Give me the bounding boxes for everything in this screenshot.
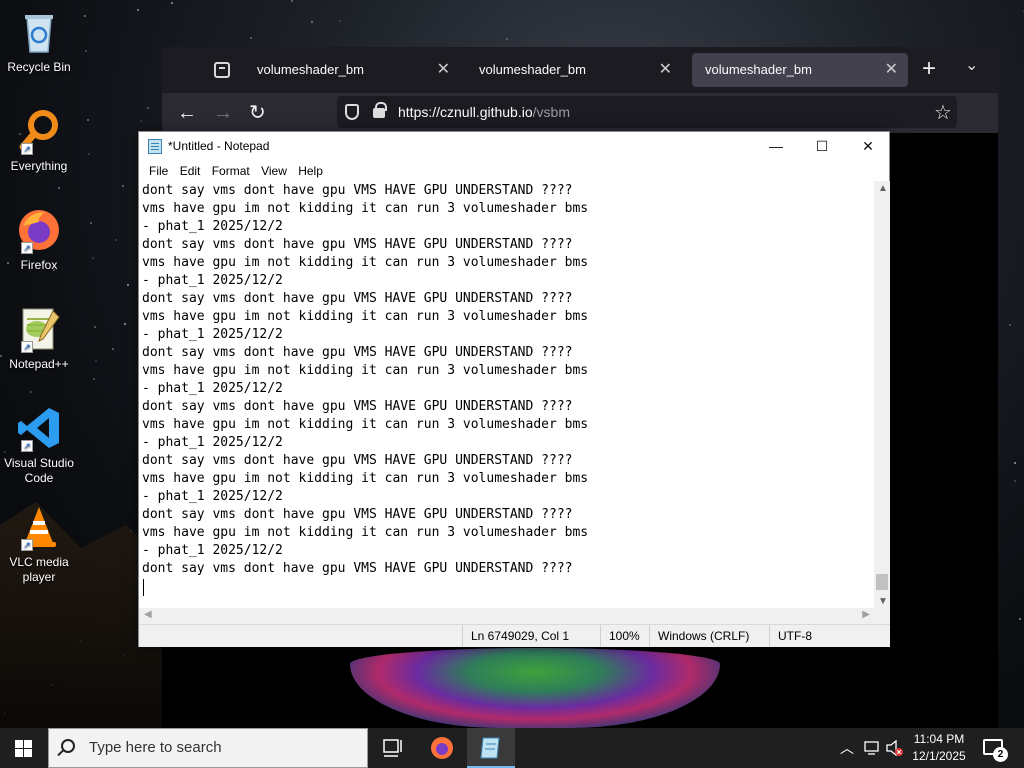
close-icon[interactable]: ✕	[659, 53, 672, 87]
browser-tab-active[interactable]: volumeshader_bm ✕	[692, 53, 908, 87]
text-editor[interactable]: dont say vms dont have gpu VMS HAVE GPU …	[139, 181, 874, 608]
bookmark-star-icon[interactable]: ☆	[934, 93, 952, 133]
shortcut-arrow-icon: ↗	[21, 440, 33, 452]
desktop-icon-label: Recycle Bin	[7, 60, 71, 74]
everything-icon: ↗	[15, 107, 63, 155]
tab-title: volumeshader_bm	[479, 62, 586, 77]
scroll-left-icon[interactable]: ◀	[144, 609, 152, 620]
vertical-scrollbar[interactable]: ▲ ▼	[874, 181, 890, 608]
menu-help[interactable]: Help	[298, 164, 323, 178]
clock-date: 12/1/2025	[912, 749, 966, 763]
menu-file[interactable]: File	[149, 164, 168, 178]
back-arrow-icon[interactable]: ←	[177, 99, 197, 127]
shortcut-arrow-icon: ↗	[21, 242, 33, 254]
shield-icon[interactable]	[345, 104, 359, 120]
tab-list-icon[interactable]	[214, 62, 230, 78]
vlc-icon: ↗	[15, 503, 63, 551]
close-icon[interactable]: ✕	[845, 132, 891, 161]
task-view-icon[interactable]	[368, 728, 416, 768]
desktop-icon-notepad-plus-plus[interactable]: ↗ Notepad++	[4, 305, 74, 372]
tab-title: volumeshader_bm	[705, 62, 812, 77]
taskbar-firefox-icon[interactable]	[418, 728, 466, 768]
chevron-down-icon[interactable]: ⌄	[965, 55, 978, 75]
shortcut-arrow-icon: ↗	[21, 341, 33, 353]
menu-bar: File Edit Format View Help	[139, 161, 889, 181]
desktop-icon-firefox[interactable]: ↗ Firefox	[4, 206, 74, 273]
notepad-plus-plus-icon: ↗	[15, 305, 63, 353]
desktop-icon-label: Everything	[10, 159, 68, 173]
window-title: *Untitled - Notepad	[168, 139, 270, 153]
desktop-icon-label: VLC media player	[9, 555, 69, 584]
notification-count-badge: 2	[993, 747, 1008, 762]
text-caret	[143, 579, 144, 596]
desktop-icon-label: Notepad++	[9, 357, 69, 371]
network-icon[interactable]	[862, 728, 882, 768]
maximize-icon[interactable]: ☐	[799, 132, 845, 161]
close-icon[interactable]: ✕	[437, 53, 450, 87]
scroll-right-icon[interactable]: ▶	[862, 609, 870, 620]
menu-view[interactable]: View	[261, 164, 287, 178]
desktop-icon-label: Visual Studio Code	[4, 456, 74, 485]
desktop-icon-label: Firefox	[20, 258, 58, 272]
desktop-icon-vlc[interactable]: ↗ VLC media player	[4, 503, 74, 585]
browser-tab[interactable]: volumeshader_bm ✕	[244, 53, 460, 87]
system-clock[interactable]: 11:04 PM 12/1/2025	[906, 731, 972, 765]
menu-format[interactable]: Format	[212, 164, 250, 178]
shortcut-arrow-icon: ↗	[21, 539, 33, 551]
notepad-app-icon[interactable]	[148, 139, 162, 154]
notepad-window: *Untitled - Notepad — ☐ ✕ File Edit Form…	[138, 131, 890, 647]
scroll-up-icon[interactable]: ▲	[878, 183, 888, 194]
url-text[interactable]: https://cznull.github.io/vsbm	[398, 96, 570, 128]
clock-time: 11:04 PM	[913, 732, 965, 746]
status-position: Ln 6749029, Col 1	[462, 625, 569, 647]
reload-icon[interactable]: ↻	[249, 99, 266, 127]
status-encoding: UTF-8	[769, 625, 812, 647]
desktop-icon-everything[interactable]: ↗ Everything	[4, 107, 74, 174]
taskbar: Type here to search ︿ 11:04 PM 12/1/2025…	[0, 728, 1024, 768]
vscode-icon: ↗	[15, 404, 63, 452]
status-bar: Ln 6749029, Col 1 100% Windows (CRLF) UT…	[139, 624, 890, 647]
minimize-icon[interactable]: —	[753, 132, 799, 161]
windows-start-icon[interactable]	[15, 740, 32, 757]
forward-arrow-icon[interactable]: →	[213, 99, 233, 127]
notepad-title-bar[interactable]: *Untitled - Notepad — ☐ ✕	[139, 132, 889, 161]
close-icon[interactable]: ✕	[885, 53, 898, 87]
status-line-ending: Windows (CRLF)	[649, 625, 749, 647]
tab-bar: volumeshader_bm ✕ volumeshader_bm ✕ volu…	[162, 47, 998, 93]
scrollbar-corner	[874, 608, 890, 624]
show-hidden-icons-chevron-up-icon[interactable]: ︿	[840, 728, 854, 768]
search-placeholder: Type here to search	[89, 739, 222, 756]
menu-edit[interactable]: Edit	[180, 164, 201, 178]
firefox-icon: ↗	[15, 206, 63, 254]
tab-title: volumeshader_bm	[257, 62, 364, 77]
scroll-down-icon[interactable]: ▼	[878, 596, 888, 607]
lock-icon[interactable]	[373, 102, 387, 118]
new-tab-plus-icon[interactable]: +	[922, 57, 936, 81]
horizontal-scrollbar[interactable]: ◀ ▶	[139, 608, 874, 624]
document-text[interactable]: dont say vms dont have gpu VMS HAVE GPU …	[139, 181, 874, 578]
taskbar-notepad-icon[interactable]	[467, 728, 515, 768]
search-icon	[61, 739, 75, 753]
navigation-bar: ← → ↻ https://cznull.github.io/vsbm ☆	[162, 93, 998, 133]
browser-tab[interactable]: volumeshader_bm ✕	[466, 53, 682, 87]
status-zoom: 100%	[600, 625, 640, 647]
url-bar[interactable]: https://cznull.github.io/vsbm	[337, 96, 957, 128]
volume-muted-icon[interactable]	[884, 728, 904, 768]
shortcut-arrow-icon: ↗	[21, 143, 33, 155]
desktop-icon-recycle-bin[interactable]: Recycle Bin	[4, 8, 74, 75]
recycle-bin-icon	[15, 8, 63, 56]
scrollbar-thumb[interactable]	[876, 574, 888, 590]
desktop-icon-vscode[interactable]: ↗ Visual Studio Code	[4, 404, 74, 486]
taskbar-search-box[interactable]: Type here to search	[48, 728, 368, 768]
